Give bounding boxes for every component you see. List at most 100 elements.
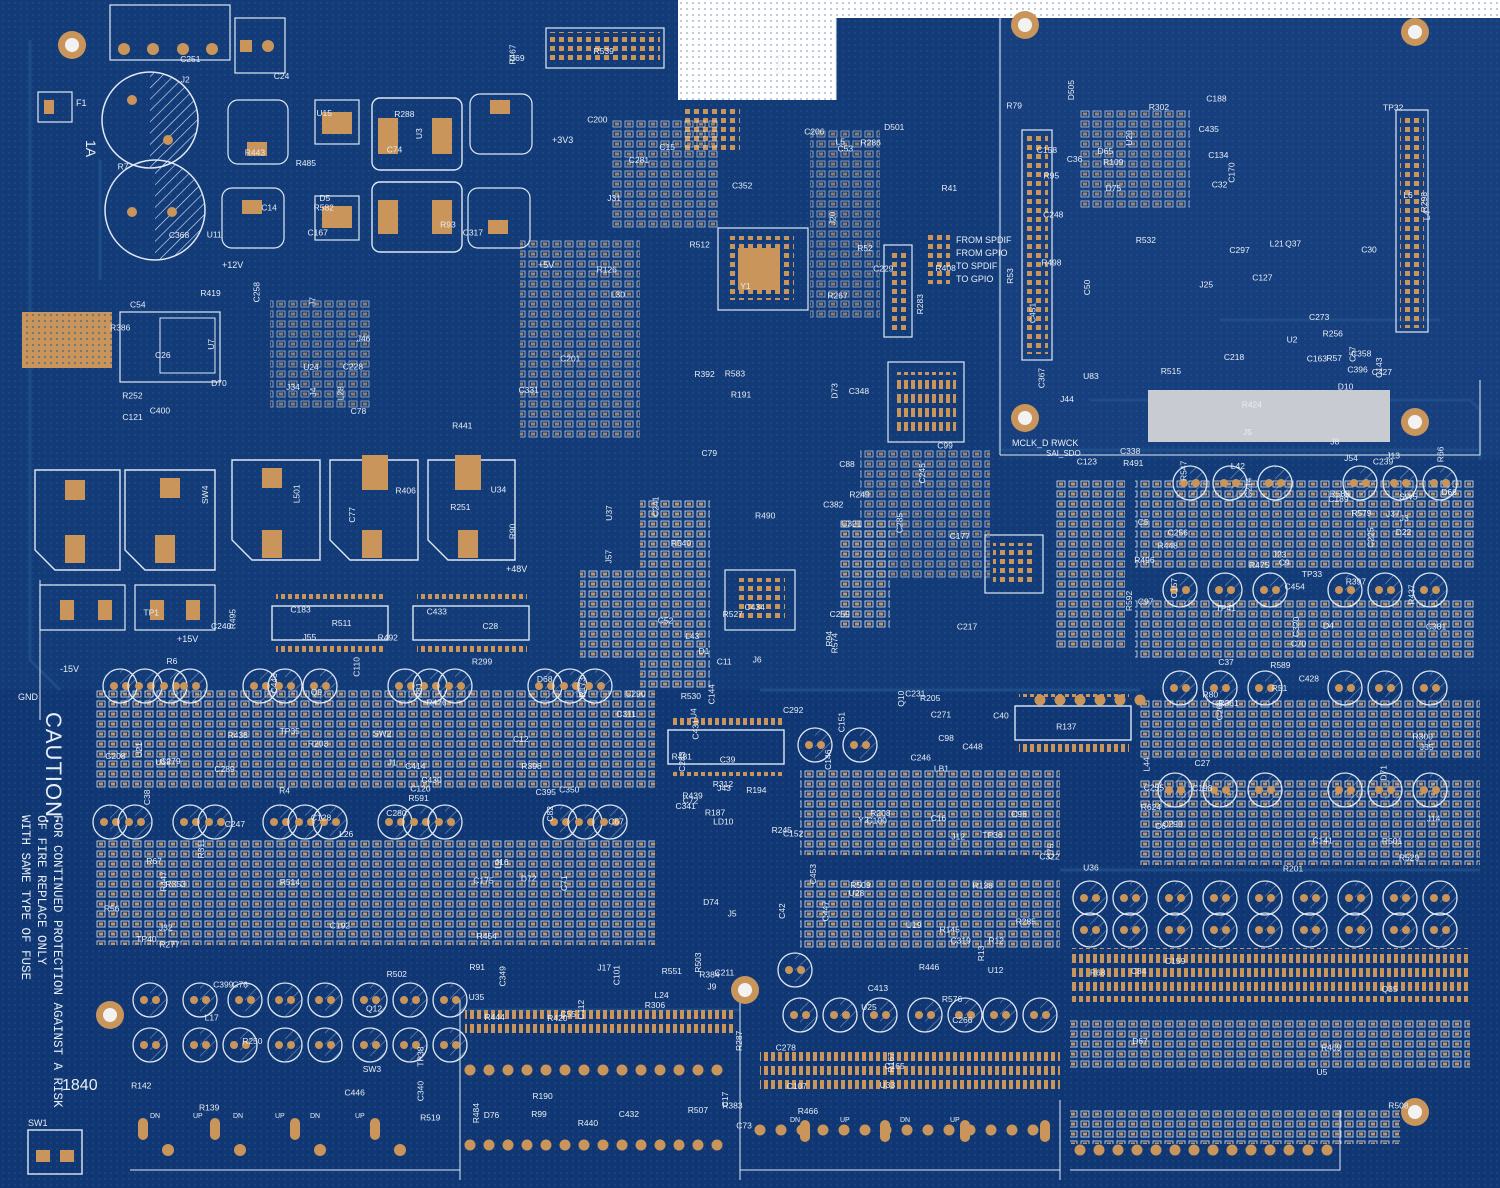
ref-designator: Q35 bbox=[1382, 984, 1398, 994]
ref-designator: R490 bbox=[755, 511, 776, 521]
ref-designator: R298 bbox=[1419, 192, 1429, 213]
header-pad bbox=[616, 1064, 628, 1076]
fuse-warning-line3: WITH SAME TYPE OF FUSE bbox=[18, 815, 32, 980]
ref-designator: C414 bbox=[405, 761, 426, 771]
ref-designator: R68 bbox=[1090, 967, 1106, 977]
dn-label: DN bbox=[150, 1113, 160, 1120]
ref-designator: C97 bbox=[1138, 597, 1154, 607]
ref-designator: R67 bbox=[146, 856, 162, 866]
year-label: 1840 bbox=[62, 1077, 98, 1094]
fuse-rating: 1A bbox=[83, 140, 99, 158]
ref-designator: R579 bbox=[1351, 508, 1372, 518]
ref-designator: R444 bbox=[485, 1012, 506, 1022]
ref-designator: D10 bbox=[1338, 382, 1354, 392]
header-pad bbox=[597, 1139, 609, 1151]
ref-designator: R466 bbox=[798, 1106, 819, 1116]
header-j57 bbox=[928, 232, 950, 284]
ref-designator: C431 bbox=[690, 719, 700, 740]
ref-designator: C266 bbox=[952, 1015, 973, 1025]
ref-designator: C198 bbox=[1192, 783, 1213, 793]
ref-designator: R439 bbox=[682, 791, 703, 801]
ref-designator: C319 bbox=[951, 936, 972, 946]
ref-designator: C40 bbox=[993, 711, 1009, 721]
ref-designator: R81 bbox=[414, 682, 424, 698]
header-pad bbox=[943, 1124, 955, 1136]
connector-pad bbox=[960, 1120, 970, 1142]
ref-designator: R438 bbox=[228, 730, 249, 740]
ref-designator: J4 bbox=[308, 387, 318, 396]
ref-designator: R93 bbox=[440, 219, 456, 229]
ref-designator: J44 bbox=[1060, 394, 1074, 404]
ref-designator: C24 bbox=[274, 71, 290, 81]
ref-designator: R299 bbox=[472, 657, 493, 667]
ref-designator: C435 bbox=[1199, 124, 1220, 134]
header-pad bbox=[775, 1124, 787, 1136]
ref-designator: U18 bbox=[155, 757, 171, 767]
connector-pad bbox=[370, 1118, 380, 1140]
ref-designator: C99 bbox=[937, 441, 953, 451]
header-pad bbox=[578, 1064, 590, 1076]
ref-designator: C27 bbox=[1195, 758, 1211, 768]
ref-designator: C453 bbox=[808, 864, 818, 885]
ref-designator: R398 bbox=[521, 761, 542, 771]
ref-designator: C78 bbox=[351, 406, 367, 416]
ref-designator: C451 bbox=[1027, 303, 1037, 324]
ref-designator: D501 bbox=[884, 122, 905, 132]
ref-designator: C54 bbox=[130, 299, 146, 309]
header-pad bbox=[1054, 694, 1066, 706]
ref-designator: C258 bbox=[252, 282, 262, 303]
fuse-warning-line2: OF FIRE REPLACE ONLY bbox=[34, 815, 48, 966]
ref-designator: C321 bbox=[841, 519, 862, 529]
fuse-rating-label: 1A bbox=[83, 140, 99, 158]
ref-designator: C289 bbox=[214, 764, 235, 774]
ref-designator: R419 bbox=[200, 288, 221, 298]
ref-designator: R139 bbox=[199, 1102, 220, 1112]
chip-qfp-u36 bbox=[984, 534, 1044, 594]
fuse-warning-line1: FOR CONTINUED PROTECTION AGAINST A RISK bbox=[50, 815, 64, 1108]
ref-designator: C71 bbox=[559, 875, 569, 891]
ref-designator: C134 bbox=[1208, 150, 1229, 160]
ref-designator: C259 bbox=[830, 609, 851, 619]
ref-designator: R437 bbox=[1406, 584, 1416, 605]
ref-designator: R475 bbox=[1249, 560, 1270, 570]
ref-designator: R424 bbox=[1242, 399, 1263, 409]
header-pad bbox=[692, 1064, 704, 1076]
ref-designator: SW5 bbox=[1399, 492, 1418, 502]
ref-designator: J37 bbox=[1386, 508, 1400, 518]
ref-designator: J14 bbox=[1427, 813, 1441, 823]
ref-designator: J6 bbox=[753, 654, 762, 664]
header-pad bbox=[1150, 1144, 1162, 1156]
ref-designator: C183 bbox=[290, 604, 311, 614]
ref-designator: R205 bbox=[920, 693, 941, 703]
ref-designator: R267 bbox=[827, 290, 848, 300]
ref-designator: R80 bbox=[1203, 690, 1219, 700]
header-pad bbox=[985, 1124, 997, 1136]
ref-designator: C367 bbox=[1037, 368, 1047, 389]
ref-designator: C396 bbox=[1347, 365, 1368, 375]
ref-designator: R4 bbox=[279, 786, 290, 796]
ref-designator: C98 bbox=[938, 733, 954, 743]
ref-designator: C110 bbox=[351, 657, 361, 677]
ref-designator: D65 bbox=[1098, 146, 1114, 156]
ref-designator: R467 bbox=[508, 44, 518, 65]
ref-designator: R252 bbox=[122, 390, 143, 400]
ref-designator: C16 bbox=[931, 813, 947, 823]
ref-designator: C255 bbox=[1144, 783, 1165, 793]
ref-designator: U11 bbox=[207, 230, 222, 240]
ref-designator: R454 bbox=[477, 931, 498, 941]
ref-designator: C214 bbox=[1244, 477, 1254, 498]
header-pad bbox=[711, 1064, 723, 1076]
ref-designator: C434 bbox=[745, 602, 766, 612]
ref-designator: C189 bbox=[1328, 494, 1349, 504]
header-pad bbox=[502, 1139, 514, 1151]
ref-designator: R306 bbox=[645, 1000, 666, 1010]
ref-designator: C121 bbox=[122, 412, 143, 422]
ref-designator: C382 bbox=[823, 500, 844, 510]
ref-designator: C36 bbox=[1067, 154, 1083, 164]
header-pad bbox=[540, 1064, 552, 1076]
ref-designator: R7 bbox=[118, 162, 129, 172]
ref-designator: U21 bbox=[134, 742, 144, 758]
ref-designator: LD10 bbox=[713, 816, 734, 826]
ref-designator: C96 bbox=[1011, 809, 1027, 819]
ref-designator: C165 bbox=[884, 1061, 905, 1071]
